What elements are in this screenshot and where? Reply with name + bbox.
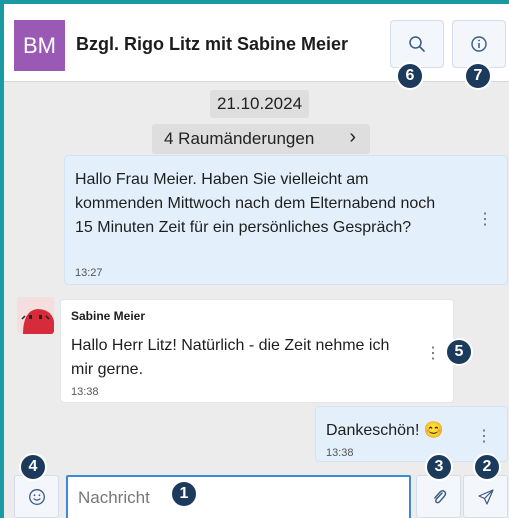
- annotation-badge: 4: [19, 453, 47, 481]
- annotation-badge: 5: [445, 338, 473, 366]
- chevron-right-icon: ›: [349, 126, 356, 148]
- message-time: 13:38: [71, 386, 99, 398]
- info-button[interactable]: [452, 20, 506, 68]
- smiley-icon: [28, 488, 45, 505]
- info-icon: [471, 36, 487, 52]
- avatar: [17, 297, 54, 334]
- chat-window: BM Bzgl. Rigo Litz mit Sabine Meier 21.1…: [4, 4, 509, 518]
- message-menu-icon[interactable]: ⋮: [476, 429, 492, 445]
- annotation-badge: 3: [425, 453, 453, 481]
- message-time: 13:38: [326, 447, 354, 459]
- date-separator: 21.10.2024: [210, 90, 309, 118]
- annotation-badge: 1: [170, 480, 198, 508]
- chat-title: Bzgl. Rigo Litz mit Sabine Meier: [76, 34, 349, 54]
- message-menu-icon[interactable]: ⋮: [477, 212, 493, 228]
- search-button[interactable]: [390, 20, 444, 68]
- attach-button[interactable]: [416, 475, 461, 518]
- paperclip-icon: [433, 489, 446, 503]
- annotation-badge: 6: [396, 62, 424, 90]
- search-icon: [409, 36, 425, 52]
- message-text: Hallo Herr Litz! Natürlich - die Zeit ne…: [71, 337, 390, 378]
- sender-name: Sabine Meier: [71, 309, 146, 323]
- room-changes-label: 4 Raumänderungen: [164, 129, 315, 148]
- message-text: Hallo Frau Meier. Haben Sie vielleicht a…: [75, 171, 436, 236]
- message-bubble-outgoing: Hallo Frau Meier. Haben Sie vielleicht a…: [64, 155, 508, 285]
- character-avatar-icon: [17, 297, 54, 334]
- message-time: 13:27: [75, 267, 103, 279]
- avatar-initials: BM: [23, 32, 56, 58]
- date-label: 21.10.2024: [216, 94, 303, 113]
- message-bubble-outgoing: Dankeschön! 😊 13:38 ⋮: [315, 406, 508, 462]
- emoji-button[interactable]: [14, 475, 59, 518]
- message-input[interactable]: [66, 475, 411, 518]
- avatar: BM: [14, 20, 65, 71]
- room-changes-button[interactable]: 4 Raumänderungen ›: [152, 124, 370, 154]
- annotation-badge: 7: [464, 62, 492, 90]
- chat-header: BM Bzgl. Rigo Litz mit Sabine Meier: [4, 4, 509, 82]
- message-menu-icon[interactable]: ⋮: [425, 346, 441, 362]
- message-bubble-incoming: Sabine Meier Hallo Herr Litz! Natürlich …: [60, 299, 454, 403]
- annotation-badge: 2: [473, 453, 501, 481]
- message-text: Dankeschön! 😊: [326, 422, 444, 439]
- send-button[interactable]: [463, 475, 508, 518]
- send-icon: [477, 488, 494, 505]
